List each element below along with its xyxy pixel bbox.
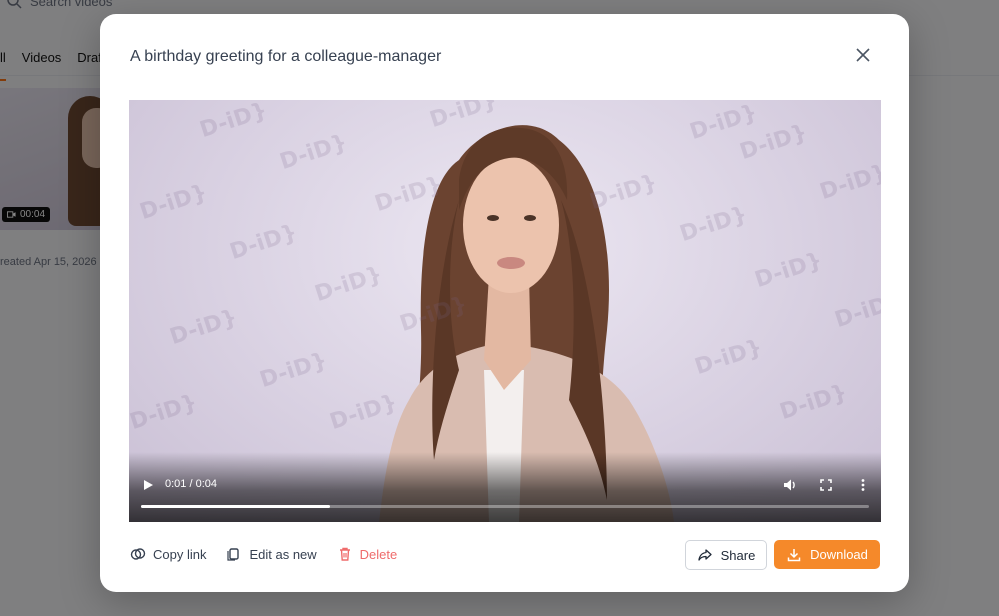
close-icon <box>856 48 870 62</box>
player-controls: 0:01 / 0:04 <box>129 452 881 522</box>
copy-link-label: Copy link <box>153 546 207 562</box>
video-modal: A birthday greeting for a colleague-mana… <box>100 14 909 592</box>
video-player[interactable]: D-iD} D-iD} D-iD} D-iD} D-iD} D-iD} D-iD… <box>129 100 881 522</box>
more-options-icon[interactable] <box>854 476 872 494</box>
download-label: Download <box>810 547 868 562</box>
share-icon <box>697 549 712 561</box>
share-button[interactable]: Share <box>685 540 767 570</box>
download-icon <box>787 548 801 561</box>
share-label: Share <box>720 547 756 563</box>
link-icon <box>130 548 146 560</box>
trash-icon <box>339 547 350 561</box>
copy-link-button[interactable]: Copy link <box>130 546 206 562</box>
copy-icon <box>227 548 240 561</box>
delete-button[interactable]: Delete <box>337 546 398 562</box>
fullscreen-icon[interactable] <box>817 476 835 494</box>
download-button[interactable]: Download <box>774 540 880 569</box>
close-button[interactable] <box>852 44 874 66</box>
delete-label: Delete <box>359 546 398 562</box>
play-icon[interactable] <box>141 478 155 492</box>
progress-fill <box>141 505 331 508</box>
modal-title: A birthday greeting for a colleague-mana… <box>130 48 442 65</box>
progress-bar[interactable] <box>141 505 869 508</box>
volume-icon[interactable] <box>781 476 799 494</box>
time-display: 0:01 / 0:04 <box>165 478 217 490</box>
secondary-actions: Copy link Edit as new Delete <box>130 546 397 562</box>
edit-as-new-label: Edit as new <box>249 546 317 562</box>
edit-as-new-button[interactable]: Edit as new <box>226 546 317 562</box>
